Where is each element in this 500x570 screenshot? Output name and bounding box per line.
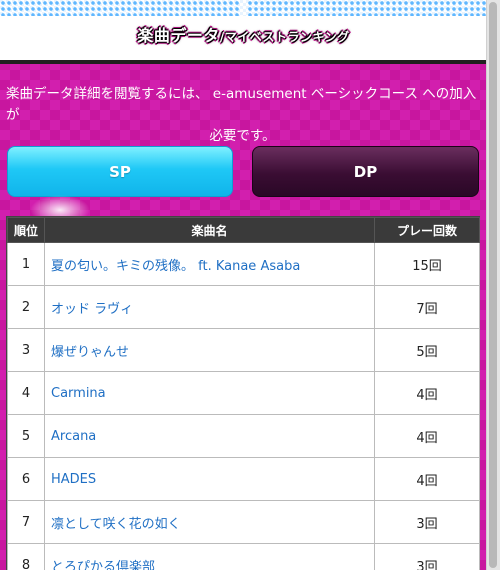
page-title: 楽曲データ/マイベストランキング	[0, 22, 487, 46]
ranking-table: 順位 楽曲名 プレー回数 1 夏の匂い。キミの残像。 ft. Kanae Asa…	[6, 216, 480, 570]
table-row: 4 Carmina 4回	[7, 371, 480, 415]
table-header-row: 順位 楽曲名 プレー回数	[7, 217, 480, 243]
header-song-title: 楽曲名	[44, 217, 375, 243]
table-row: 3 爆ぜりゃんせ 5回	[7, 328, 480, 372]
scrollbar-thumb[interactable]	[489, 2, 497, 568]
rank-cell: 3	[7, 328, 45, 372]
dp-tab-button[interactable]: DP	[252, 146, 479, 197]
subscription-notice: 楽曲データ詳細を閲覧するには、 e-amusement ベーシックコース への加…	[6, 84, 479, 147]
table-row: 1 夏の匂い。キミの残像。 ft. Kanae Asaba 15回	[7, 242, 480, 286]
play-count-cell: 4回	[374, 414, 480, 458]
table-row: 5 Arcana 4回	[7, 414, 480, 458]
rank-cell: 5	[7, 414, 45, 458]
song-link[interactable]: 爆ぜりゃんせ	[44, 328, 375, 372]
rank-cell: 7	[7, 500, 45, 544]
sp-tab-button[interactable]: SP	[7, 146, 233, 197]
song-link[interactable]: オッド ラヴィ	[44, 285, 375, 329]
play-count-cell: 3回	[374, 543, 480, 570]
play-count-cell: 3回	[374, 500, 480, 544]
rank-cell: 4	[7, 371, 45, 415]
rank-cell: 8	[7, 543, 45, 570]
play-count-cell: 4回	[374, 371, 480, 415]
table-row: 2 オッド ラヴィ 7回	[7, 285, 480, 329]
ranking-table-grid: 順位 楽曲名 プレー回数 1 夏の匂い。キミの残像。 ft. Kanae Asa…	[7, 217, 480, 570]
play-count-cell: 7回	[374, 285, 480, 329]
sp-tab-label: SP	[109, 162, 131, 181]
header-pattern-right	[247, 0, 487, 16]
vertical-scrollbar[interactable]	[486, 0, 500, 570]
page-title-sub: マイベストランキング	[224, 30, 350, 44]
notice-line-2: 必要です。	[209, 128, 276, 144]
dp-tab-label: DP	[353, 162, 378, 181]
play-count-cell: 5回	[374, 328, 480, 372]
header-play-count: プレー回数	[374, 217, 480, 243]
table-row: 8 とろぴかる倶楽部 3回	[7, 543, 480, 570]
notice-line-1: 楽曲データ詳細を閲覧するには、 e-amusement ベーシックコース への加…	[6, 86, 477, 123]
rank-cell: 6	[7, 457, 45, 501]
song-link[interactable]: Arcana	[44, 414, 375, 458]
song-link[interactable]: HADES	[44, 457, 375, 501]
play-count-cell: 15回	[374, 242, 480, 286]
rank-cell: 1	[7, 242, 45, 286]
rank-cell: 2	[7, 285, 45, 329]
header-pattern-left	[0, 0, 240, 16]
song-link[interactable]: 凛として咲く花の如く	[44, 500, 375, 544]
page: 楽曲データ/マイベストランキング 楽曲データ詳細を閲覧するには、 e-amuse…	[0, 0, 487, 570]
song-link[interactable]: 夏の匂い。キミの残像。 ft. Kanae Asaba	[44, 242, 375, 286]
song-link[interactable]: とろぴかる倶楽部	[44, 543, 375, 570]
table-row: 7 凛として咲く花の如く 3回	[7, 500, 480, 544]
song-link[interactable]: Carmina	[44, 371, 375, 415]
table-row: 6 HADES 4回	[7, 457, 480, 501]
header-rank: 順位	[7, 217, 45, 243]
page-title-main: 楽曲データ	[137, 26, 220, 45]
header: 楽曲データ/マイベストランキング	[0, 0, 487, 64]
play-count-cell: 4回	[374, 457, 480, 501]
